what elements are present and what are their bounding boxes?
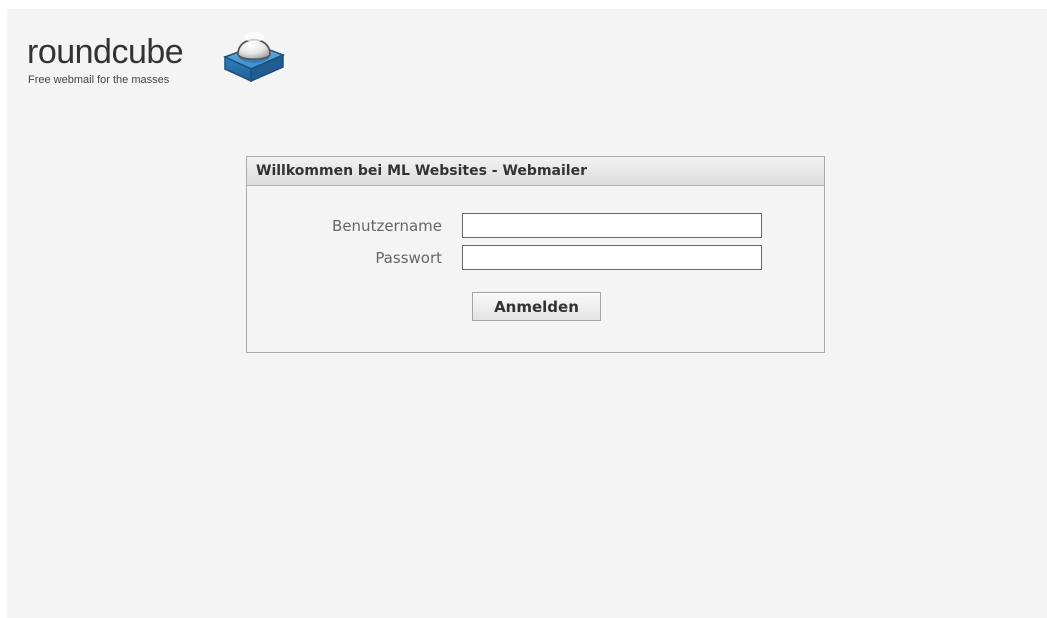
roundcube-logo: roundcube Free webmail for the masses <box>27 17 297 97</box>
login-form-box: Willkommen bei ML Websites - Webmailer B… <box>246 156 825 353</box>
login-submit-button[interactable]: Anmelden <box>472 292 601 321</box>
login-page: roundcube Free webmail for the masses Wi… <box>7 9 1047 618</box>
logo-wordmark: roundcube <box>27 33 184 71</box>
username-input[interactable] <box>462 213 762 238</box>
password-label: Passwort <box>375 249 442 267</box>
login-title: Willkommen bei ML Websites - Webmailer <box>247 157 824 186</box>
logo-tagline: Free webmail for the masses <box>28 74 170 86</box>
roundcube-cube-icon <box>223 32 285 83</box>
username-label: Benutzername <box>332 217 442 235</box>
password-input[interactable] <box>462 245 762 270</box>
